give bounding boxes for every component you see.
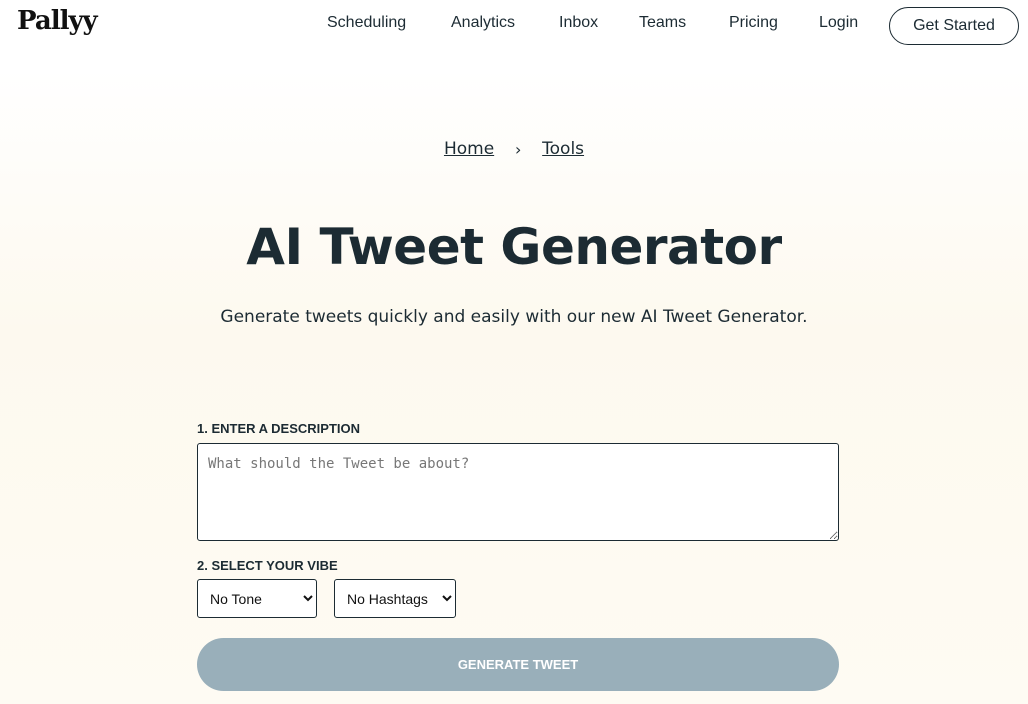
breadcrumb: Home › Tools: [0, 139, 1028, 159]
site-header: Pallyy Scheduling Analytics Inbox Teams …: [0, 0, 1028, 56]
nav-item-scheduling[interactable]: Scheduling: [327, 14, 406, 32]
tone-select[interactable]: No Tone: [197, 579, 317, 618]
nav-item-analytics[interactable]: Analytics: [451, 14, 515, 32]
page-subtitle: Generate tweets quickly and easily with …: [220, 307, 808, 327]
hashtags-select[interactable]: No Hashtags: [334, 579, 456, 618]
nav-item-login[interactable]: Login: [819, 14, 858, 32]
breadcrumb-home-link[interactable]: Home: [444, 139, 494, 159]
generate-tweet-button[interactable]: GENERATE TWEET: [197, 638, 839, 691]
nav-item-inbox[interactable]: Inbox: [559, 14, 598, 32]
vibe-step-label: 2. SELECT YOUR VIBE: [197, 558, 338, 573]
breadcrumb-tools-link[interactable]: Tools: [542, 139, 584, 159]
nav-item-teams[interactable]: Teams: [639, 14, 686, 32]
chevron-right-icon: ›: [514, 139, 522, 159]
get-started-button[interactable]: Get Started: [889, 7, 1019, 45]
main-nav: Scheduling Analytics Inbox Teams Pricing…: [0, 14, 1028, 34]
nav-item-pricing[interactable]: Pricing: [729, 14, 778, 32]
page-title: AI Tweet Generator: [246, 218, 782, 276]
tweet-description-input[interactable]: [197, 443, 839, 541]
description-step-label: 1. ENTER A DESCRIPTION: [197, 421, 361, 436]
